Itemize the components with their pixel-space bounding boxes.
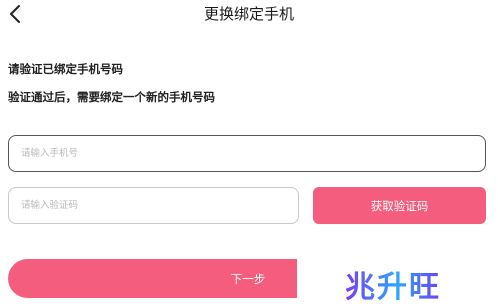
watermark-logo: 兆升旺 (345, 262, 441, 306)
page-title: 更换绑定手机 (203, 5, 294, 23)
verify-hint: 请验证已绑定手机号码 (8, 62, 123, 76)
phone-field[interactable] (8, 135, 486, 172)
verification-code-input[interactable] (9, 188, 298, 223)
rebind-hint: 验证通过后，需要绑定一个新的手机号码 (8, 90, 215, 104)
verification-code-field[interactable] (8, 187, 299, 224)
phone-input[interactable] (9, 136, 485, 171)
header-bar: 更换绑定手机 (0, 0, 498, 30)
get-code-button[interactable]: 获取验证码 (313, 187, 486, 224)
